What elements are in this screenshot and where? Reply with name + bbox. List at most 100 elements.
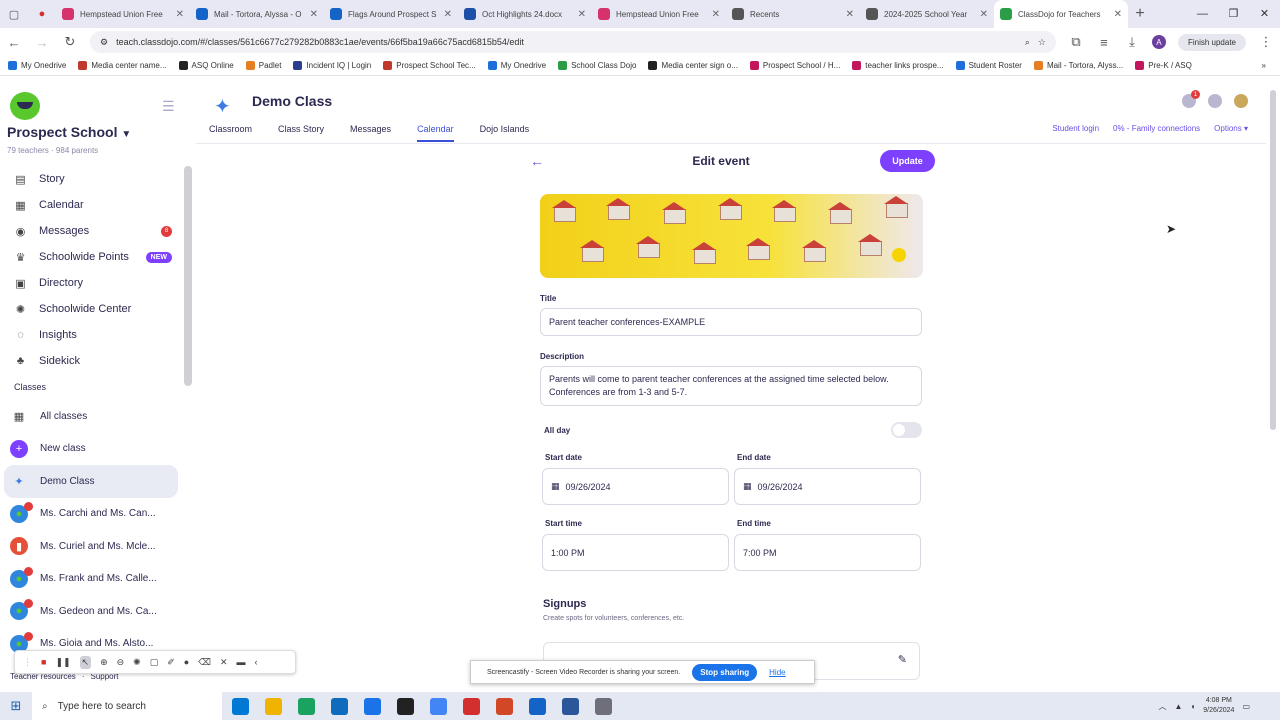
tray-chevron-icon[interactable]: ︿ — [1159, 701, 1167, 712]
class-item[interactable]: ✦ Demo Class — [4, 465, 178, 498]
help-icon[interactable] — [1208, 94, 1222, 108]
cursor-tool-icon[interactable]: ↖ — [79, 655, 92, 669]
browser-tab[interactable]: Hempstead Union Free ✕ — [592, 0, 726, 28]
description-input[interactable]: Parents will come to parent teacher conf… — [540, 366, 922, 406]
bookmark-item[interactable]: My Onedrive — [487, 61, 546, 70]
bookmark-star-icon[interactable]: ☆ — [1038, 37, 1046, 48]
class-item[interactable]: ▮ Ms. Curiel and Ms. Mcle... — [0, 530, 182, 563]
edit-pencil-icon[interactable]: ✎ — [898, 653, 907, 666]
site-info-icon[interactable]: ⚙ — [100, 37, 108, 48]
class-item[interactable]: ● Ms. Frank and Ms. Calle... — [0, 563, 182, 596]
rectangle-tool-icon[interactable]: ▢ — [150, 657, 159, 668]
pen-tool-icon[interactable]: ✐ — [167, 657, 175, 668]
taskbar-app-icon[interactable] — [562, 697, 579, 715]
sidebar-item-schoolwide-center[interactable]: ✺ Schoolwide Center — [0, 296, 182, 322]
start-date-input[interactable]: ▦ 09/26/2024 — [542, 468, 729, 505]
school-switcher[interactable]: Prospect School ▼ — [7, 124, 131, 140]
media-icon[interactable]: ≡ — [1096, 35, 1112, 50]
class-item[interactable]: ● Ms. Carchi and Ms. Can... — [0, 498, 182, 531]
volume-icon[interactable]: ◖ — [1190, 702, 1195, 711]
stop-sharing-button[interactable]: Stop sharing — [692, 663, 758, 681]
bookmark-item[interactable]: Prospect School Tec... — [383, 61, 476, 70]
bookmark-item[interactable]: Padlet — [245, 61, 281, 70]
bookmark-item[interactable]: ASQ Online — [178, 61, 234, 70]
notifications-center-icon[interactable]: ▭ — [1242, 702, 1250, 711]
network-icon[interactable]: ▲ — [1175, 702, 1183, 711]
update-button[interactable]: Update — [880, 150, 935, 172]
record-stop-icon[interactable]: ■ — [41, 657, 46, 667]
tab-close-icon[interactable]: ✕ — [310, 9, 318, 20]
tab-close-icon[interactable]: ✕ — [444, 9, 452, 20]
class-item[interactable]: ▦ All classes — [0, 400, 182, 433]
tab-class-story[interactable]: Class Story — [278, 124, 324, 142]
hide-link[interactable]: Hide — [769, 668, 785, 677]
bookmark-item[interactable]: School Class Dojo — [558, 61, 636, 70]
title-input[interactable]: Parent teacher conferences-EXAMPLE — [540, 308, 922, 336]
tab-messages[interactable]: Messages — [350, 124, 391, 142]
back-arrow-icon[interactable]: ← — [530, 153, 544, 169]
bookmark-item[interactable]: teacher links prospe... — [852, 61, 944, 70]
options-menu[interactable]: Options ▾ — [1214, 124, 1248, 133]
taskbar-app-icon[interactable] — [529, 697, 546, 715]
family-connections-link[interactable]: 0% - Family connections — [1113, 124, 1200, 133]
tab-close-icon[interactable]: ✕ — [578, 9, 586, 20]
all-day-toggle[interactable] — [891, 422, 922, 438]
back-icon[interactable]: ← — [6, 35, 22, 50]
color-picker-icon[interactable]: ● — [184, 657, 189, 667]
taskbar-app-icon[interactable] — [463, 697, 480, 715]
bookmark-item[interactable]: Incident IQ | Login — [293, 61, 371, 70]
class-item[interactable]: ● Ms. Gedeon and Ms. Ca... — [0, 595, 182, 628]
bookmark-item[interactable]: Mail - Tortora, Alyss... — [1033, 61, 1123, 70]
tab-close-icon[interactable]: ✕ — [980, 9, 988, 20]
tab-close-icon[interactable]: ✕ — [1114, 9, 1122, 20]
browser-tab[interactable]: 2024-2025 School Year ✕ — [860, 0, 994, 28]
browser-tab[interactable]: ClassDojo for Teachers ✕ — [994, 0, 1128, 28]
bookmark-item[interactable]: Student Roster — [955, 61, 1022, 70]
finish-update-button[interactable]: Finish update — [1177, 33, 1246, 51]
notifications-icon[interactable]: 1 — [1182, 90, 1200, 108]
minimize-icon[interactable]: — — [1187, 0, 1218, 28]
camera-icon[interactable]: ▬ — [237, 657, 246, 667]
tab-close-icon[interactable]: ✕ — [712, 9, 720, 20]
taskbar-app-icon[interactable] — [397, 697, 414, 715]
taskbar-app-icon[interactable] — [331, 697, 348, 715]
profile-avatar[interactable]: A — [1151, 35, 1166, 49]
end-date-input[interactable]: ▦ 09/26/2024 — [734, 468, 921, 505]
taskbar-app-icon[interactable] — [430, 697, 447, 715]
page-scrollbar[interactable] — [1270, 90, 1276, 430]
sidebar-scrollbar[interactable] — [184, 166, 192, 386]
record-icon[interactable]: ● — [28, 0, 56, 28]
system-clock[interactable]: 4:08 PM 9/26/2024 — [1203, 696, 1234, 716]
student-login-link[interactable]: Student login — [1052, 124, 1099, 133]
sidebar-item-insights[interactable]: ◌ Insights — [0, 322, 182, 348]
eraser-icon[interactable]: ⌫ — [198, 657, 211, 668]
zoom-tool-icon[interactable]: ⊕ — [100, 657, 108, 668]
close-window-icon[interactable]: ✕ — [1249, 0, 1280, 28]
download-icon[interactable]: ⤓ — [1124, 34, 1140, 50]
sidebar-item-directory[interactable]: ▣ Directory — [0, 270, 182, 296]
restore-icon[interactable]: ❐ — [1218, 0, 1249, 28]
tab-search-icon[interactable]: ▢ — [0, 0, 28, 28]
more-bookmarks-icon[interactable]: » — [1262, 61, 1266, 70]
bookmark-item[interactable]: Media center name... — [78, 61, 167, 70]
sidebar-item-sidekick[interactable]: ♣ Sidekick — [0, 348, 182, 374]
forward-icon[interactable]: → — [34, 35, 50, 50]
bookmark-item[interactable]: Pre-K / ASQ — [1135, 61, 1192, 70]
class-item[interactable]: + New class — [0, 433, 182, 466]
end-time-input[interactable]: 7:00 PM — [734, 534, 921, 571]
sidebar-item-messages[interactable]: ◉ Messages 8 — [0, 218, 182, 244]
new-tab-button[interactable]: + — [1128, 5, 1152, 23]
tab-close-icon[interactable]: ✕ — [846, 9, 854, 20]
browser-tab[interactable]: Recents ✕ — [726, 0, 860, 28]
hamburger-menu-icon[interactable]: ☰ — [162, 98, 175, 115]
browser-tab[interactable]: Mail - Tortora, Alyssa - O ✕ — [190, 0, 324, 28]
taskbar-app-icon[interactable] — [595, 697, 612, 715]
sidebar-item-calendar[interactable]: ▦ Calendar — [0, 192, 182, 218]
browser-tab[interactable]: Oct Highlights 24.docx ✕ — [458, 0, 592, 28]
reload-icon[interactable]: ↻ — [62, 34, 78, 50]
tab-close-icon[interactable]: ✕ — [176, 9, 184, 20]
taskbar-app-icon[interactable] — [364, 697, 381, 715]
drag-handle-icon[interactable]: ⋮ — [23, 657, 32, 668]
taskbar-search[interactable]: ⌕ Type here to search — [32, 692, 222, 720]
tab-classroom[interactable]: Classroom — [209, 124, 252, 142]
